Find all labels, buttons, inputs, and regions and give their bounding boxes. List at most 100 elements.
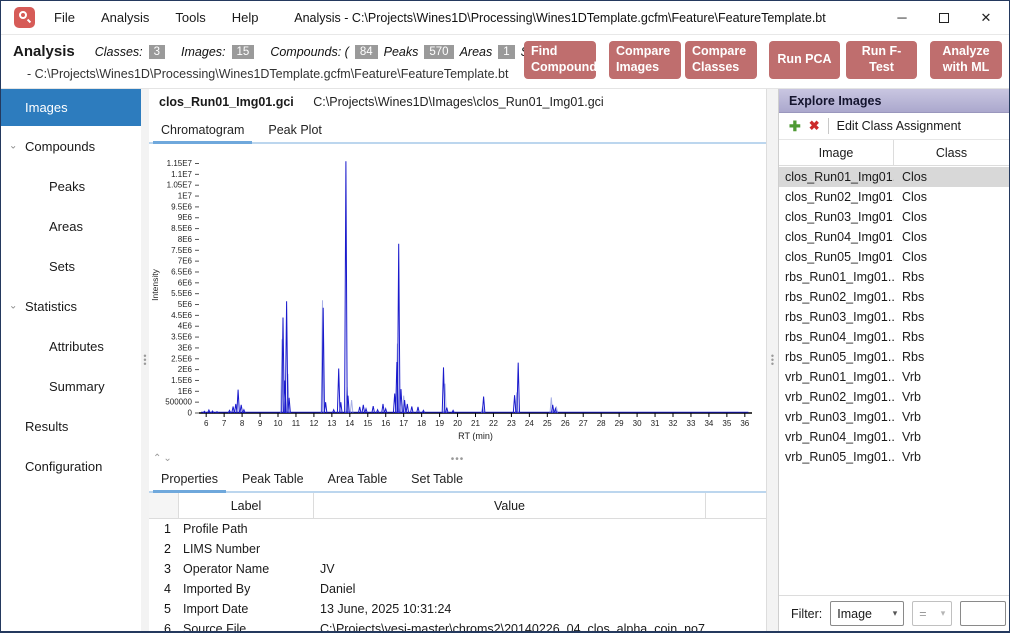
image-row[interactable]: vrb_Run02_Img01....Vrb: [779, 387, 1009, 407]
tab-area-table[interactable]: Area Table: [316, 466, 400, 491]
svg-text:15: 15: [363, 419, 372, 428]
run-pca-button[interactable]: Run PCA: [769, 41, 840, 79]
sidebar-item-sets[interactable]: Sets: [1, 246, 141, 286]
sidebar-splitter[interactable]: •••: [141, 89, 149, 631]
image-row[interactable]: clos_Run05_Img01...Clos: [779, 247, 1009, 267]
compare-images-button[interactable]: Compare Images: [609, 41, 681, 79]
minimize-button[interactable]: ─: [895, 11, 909, 25]
property-row[interactable]: 5Import Date13 June, 2025 10:31:24: [149, 599, 766, 619]
find-compounds-button[interactable]: Find Compounds: [524, 41, 596, 79]
analyze-with-ml-button[interactable]: Analyze with ML: [930, 41, 1002, 79]
sidebar-item-label: Attributes: [1, 339, 104, 354]
svg-text:16: 16: [381, 419, 390, 428]
sidebar-item-images[interactable]: Images: [1, 89, 141, 126]
property-row[interactable]: 4Imported ByDaniel: [149, 579, 766, 599]
image-name-cell: vrb_Run05_Img01....: [779, 450, 894, 464]
sidebar-item-label: Configuration: [1, 459, 102, 474]
collapse-expand-icon[interactable]: ⌃⌄: [153, 453, 174, 464]
analysis-label: Analysis: [13, 43, 75, 60]
tab-chromatogram[interactable]: Chromatogram: [149, 117, 256, 142]
menu-item-file[interactable]: File: [41, 10, 88, 25]
sidebar-item-peaks[interactable]: Peaks: [1, 166, 141, 206]
chevron-down-icon: ▾: [893, 608, 898, 619]
analysis-header: Analysis Classes: 3 Images: 15 Compounds…: [1, 34, 1009, 89]
image-column-header[interactable]: Image: [779, 140, 894, 165]
property-label: Operator Name: [179, 562, 314, 576]
run-f-test-button[interactable]: Run F-Test: [846, 41, 917, 79]
svg-text:8E6: 8E6: [178, 235, 193, 244]
image-name-cell: rbs_Run03_Img01....: [779, 310, 894, 324]
view-tabs: ChromatogramPeak Plot: [149, 117, 766, 144]
image-row[interactable]: clos_Run04_Img01...Clos: [779, 227, 1009, 247]
chevron-down-icon: ⌄: [9, 141, 17, 152]
app-window: FileAnalysisToolsHelp Analysis - C:\Proj…: [0, 0, 1010, 633]
property-value: 13 June, 2025 10:31:24: [314, 602, 706, 616]
image-row[interactable]: rbs_Run03_Img01....Rbs: [779, 307, 1009, 327]
sidebar-item-results[interactable]: Results: [1, 406, 141, 446]
sidebar-item-configuration[interactable]: Configuration: [1, 446, 141, 486]
sidebar-item-statistics[interactable]: ⌄Statistics: [1, 286, 141, 326]
chromatogram-chart[interactable]: 05000001E61.5E62E62.5E63E63.5E64E64.5E65…: [149, 147, 766, 450]
tab-peak-table[interactable]: Peak Table: [230, 466, 316, 491]
properties-table: Label Value 1Profile Path2LIMS Number3Op…: [149, 493, 766, 631]
menu-item-analysis[interactable]: Analysis: [88, 10, 162, 25]
label-column-header[interactable]: Label: [179, 493, 314, 518]
image-row[interactable]: vrb_Run01_Img01....Vrb: [779, 367, 1009, 387]
image-path: C:\Projects\Wines1D\Images\clos_Run01_Im…: [313, 95, 603, 109]
image-row[interactable]: rbs_Run05_Img01....Rbs: [779, 347, 1009, 367]
property-row[interactable]: 6Source FileC:\Projects\vesi-master\chro…: [149, 619, 766, 631]
maximize-button[interactable]: [939, 13, 949, 23]
property-row[interactable]: 1Profile Path: [149, 519, 766, 539]
svg-text:14: 14: [345, 419, 354, 428]
image-class-cell: Rbs: [894, 270, 1009, 284]
svg-text:7.5E6: 7.5E6: [171, 246, 192, 255]
image-class-cell: Rbs: [894, 290, 1009, 304]
class-column-header[interactable]: Class: [894, 140, 1009, 165]
image-name-cell: clos_Run01_Img01...: [779, 170, 894, 184]
filter-value-input[interactable]: [960, 601, 1006, 626]
tab-properties[interactable]: Properties: [149, 466, 230, 491]
svg-text:RT (min): RT (min): [458, 431, 493, 441]
image-name-cell: vrb_Run04_Img01....: [779, 430, 894, 444]
svg-text:500000: 500000: [165, 398, 192, 407]
horizontal-splitter[interactable]: ⌃⌄ •••: [149, 453, 766, 466]
chevron-down-icon: ⌄: [9, 301, 17, 312]
image-row[interactable]: rbs_Run02_Img01....Rbs: [779, 287, 1009, 307]
sidebar-item-label: Results: [1, 419, 68, 434]
image-row[interactable]: clos_Run02_Img01...Clos: [779, 187, 1009, 207]
image-row[interactable]: vrb_Run03_Img01....Vrb: [779, 407, 1009, 427]
remove-image-icon[interactable]: ✖: [809, 118, 820, 134]
image-row[interactable]: vrb_Run05_Img01....Vrb: [779, 447, 1009, 467]
edit-class-assignment-button[interactable]: Edit Class Assignment: [837, 119, 961, 133]
add-image-icon[interactable]: ✚: [789, 118, 801, 135]
filter-field-select[interactable]: Image▾: [830, 601, 904, 626]
sidebar-item-areas[interactable]: Areas: [1, 206, 141, 246]
property-row[interactable]: 2LIMS Number: [149, 539, 766, 559]
tab-set-table[interactable]: Set Table: [399, 466, 475, 491]
image-name-cell: rbs_Run01_Img01....: [779, 270, 894, 284]
svg-text:12: 12: [309, 419, 318, 428]
image-row[interactable]: rbs_Run01_Img01....Rbs: [779, 267, 1009, 287]
image-class-cell: Rbs: [894, 330, 1009, 344]
compare-classes-button[interactable]: Compare Classes: [685, 41, 757, 79]
image-row[interactable]: rbs_Run04_Img01....Rbs: [779, 327, 1009, 347]
panel-splitter[interactable]: •••: [766, 89, 779, 631]
filter-bar: Filter: Image▾ =▾: [779, 595, 1009, 631]
sidebar-item-summary[interactable]: Summary: [1, 366, 141, 406]
value-column-header[interactable]: Value: [314, 493, 706, 518]
sidebar-item-compounds[interactable]: ⌄Compounds: [1, 126, 141, 166]
svg-text:7: 7: [222, 419, 227, 428]
image-row[interactable]: clos_Run03_Img01...Clos: [779, 207, 1009, 227]
tab-peak-plot[interactable]: Peak Plot: [256, 117, 334, 142]
filter-operator-select[interactable]: =▾: [912, 601, 952, 626]
image-row[interactable]: vrb_Run04_Img01....Vrb: [779, 427, 1009, 447]
close-button[interactable]: ✕: [979, 11, 993, 25]
svg-text:8: 8: [240, 419, 245, 428]
image-row[interactable]: clos_Run01_Img01...Clos: [779, 167, 1009, 187]
sidebar-item-attributes[interactable]: Attributes: [1, 326, 141, 366]
menu-item-tools[interactable]: Tools: [162, 10, 218, 25]
property-value: JV: [314, 562, 706, 576]
property-row[interactable]: 3Operator NameJV: [149, 559, 766, 579]
filter-label: Filter:: [791, 607, 822, 621]
image-name-cell: rbs_Run04_Img01....: [779, 330, 894, 344]
